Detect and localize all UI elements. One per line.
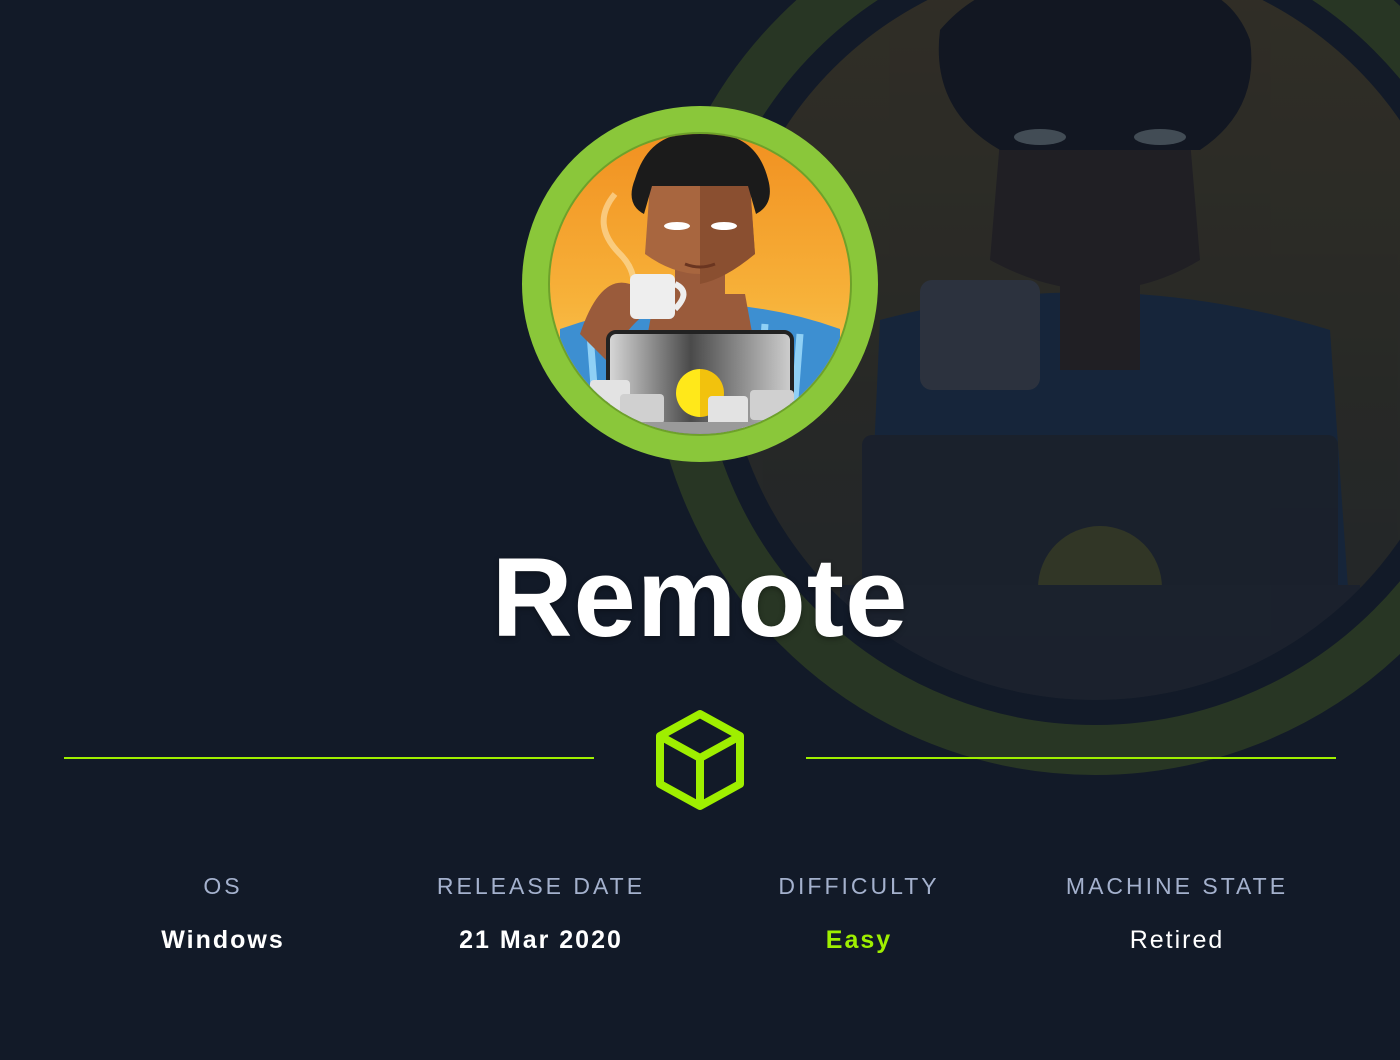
stat-value-release-date: 21 Mar 2020 bbox=[459, 926, 623, 954]
hack-the-box-cube-icon bbox=[656, 710, 744, 810]
stat-label: RELEASE DATE bbox=[436, 873, 646, 899]
stat-label: MACHINE STATE bbox=[1065, 873, 1289, 899]
divider-left bbox=[64, 757, 594, 759]
machine-stats: OS Windows RELEASE DATE 21 Mar 2020 DIFF… bbox=[64, 866, 1336, 986]
stat-label: OS bbox=[203, 873, 243, 899]
machine-name: Remote bbox=[491, 535, 909, 660]
stat-difficulty: DIFFICULTY Easy bbox=[700, 866, 1018, 960]
stat-release-date: RELEASE DATE 21 Mar 2020 bbox=[382, 866, 700, 960]
stat-os: OS Windows bbox=[64, 866, 382, 960]
stat-value-os: Windows bbox=[161, 926, 285, 954]
stat-value-difficulty: Easy bbox=[825, 926, 893, 954]
stat-label: DIFFICULTY bbox=[778, 873, 940, 899]
divider-right bbox=[806, 757, 1336, 759]
stat-value-machine-state: Retired bbox=[1129, 926, 1225, 954]
machine-avatar bbox=[522, 106, 878, 462]
stat-machine-state: MACHINE STATE Retired bbox=[1018, 866, 1336, 960]
